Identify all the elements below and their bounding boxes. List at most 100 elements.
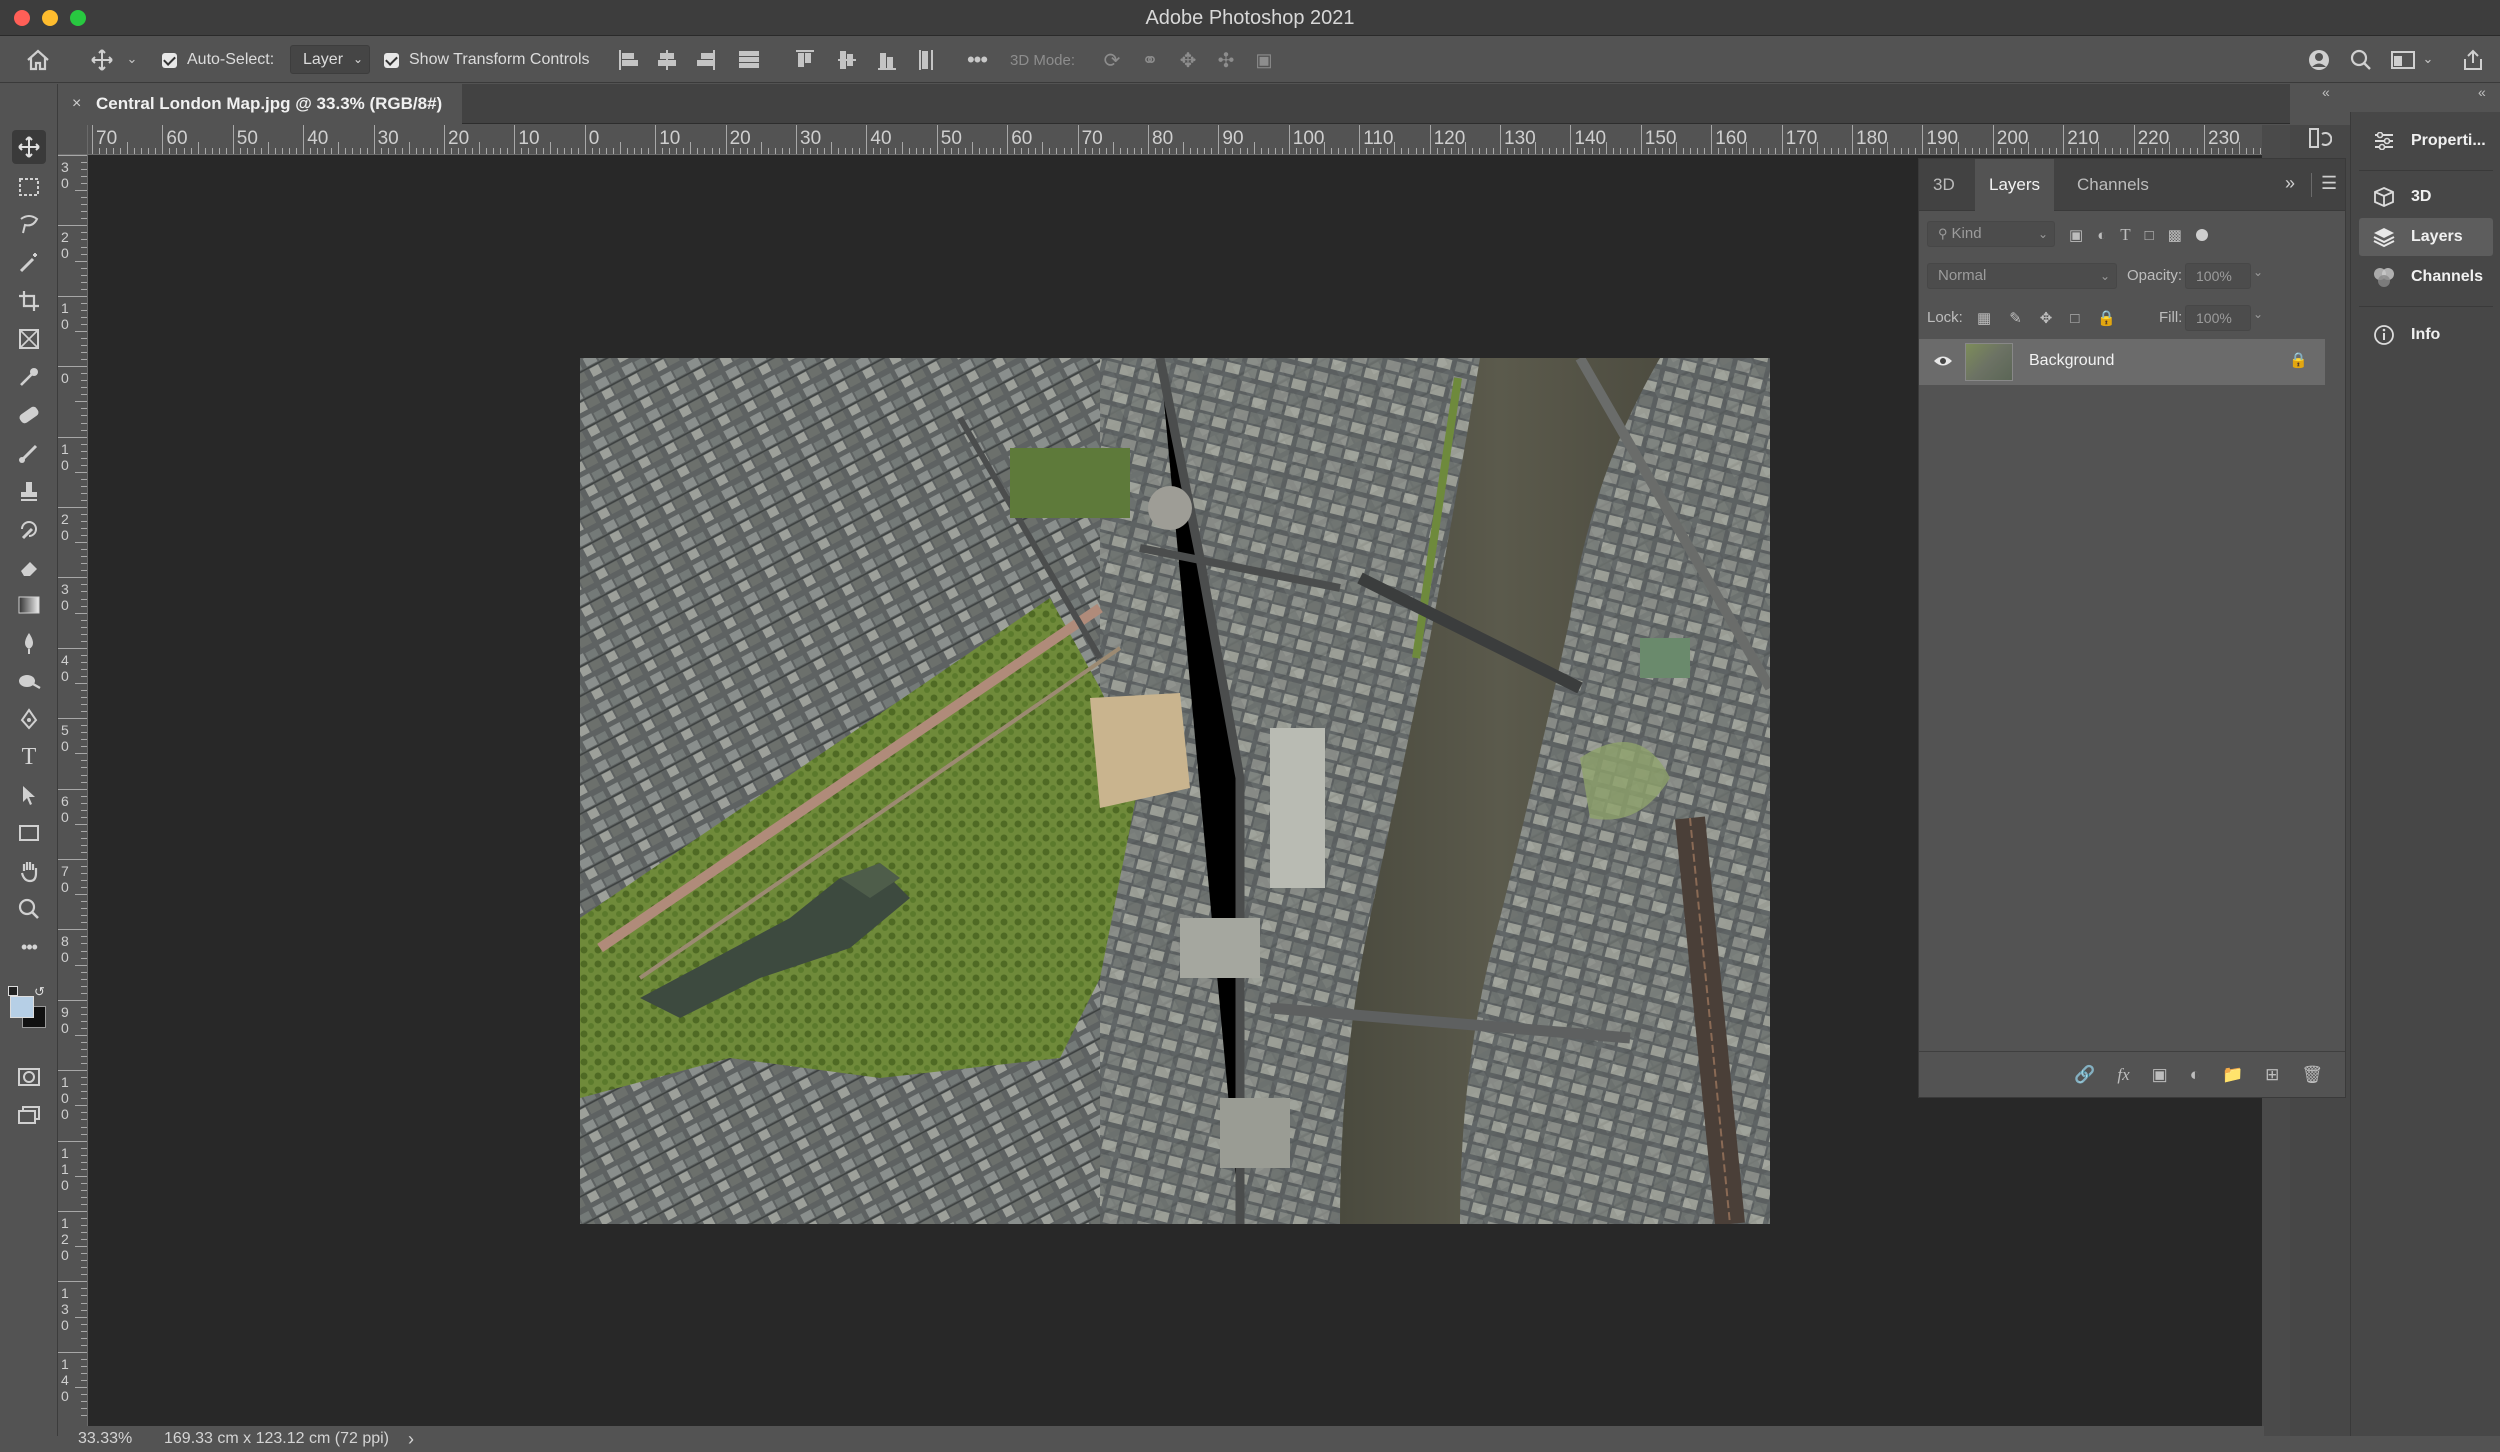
ruler-major-tick (444, 125, 445, 154)
zoom-level[interactable]: 33.33% (78, 1426, 132, 1452)
more-options-icon[interactable]: ••• (962, 46, 992, 74)
default-colors-icon[interactable] (8, 986, 18, 996)
horizontal-ruler[interactable]: 70 60 50 40 30 20 10 0 10 20 30 40 50 60 70 80 90 100 110 1… (88, 125, 2290, 155)
magic-wand-tool-icon[interactable] (12, 246, 46, 280)
add-mask-icon[interactable]: ▣ (2152, 1065, 2168, 1085)
fill-chevron-icon[interactable]: ⌄ (2253, 307, 2263, 321)
document-size-info[interactable]: 169.33 cm x 123.12 cm (72 ppi) (164, 1426, 389, 1452)
filter-pixel-icon[interactable]: ▣ (2069, 226, 2083, 244)
camera-3d-icon[interactable]: ▣ (1250, 46, 1278, 74)
ruler-origin[interactable] (58, 125, 88, 155)
fill-field[interactable]: 100% (2185, 305, 2251, 331)
history-panel-icon[interactable] (2294, 112, 2346, 164)
layer-name[interactable]: Background (2029, 352, 2114, 370)
new-adjustment-layer-icon[interactable]: ◐ (2190, 1065, 2200, 1085)
home-icon[interactable] (22, 44, 54, 76)
blend-mode-dropdown[interactable]: Normal ⌄ (1927, 263, 2117, 289)
search-icon[interactable] (2346, 45, 2376, 75)
delete-layer-icon[interactable]: 🗑 (2301, 1065, 2323, 1085)
swap-colors-icon[interactable]: ↺ (34, 984, 45, 1000)
lock-artboard-icon[interactable]: □ (2070, 310, 2079, 327)
dock-channels[interactable]: Channels (2359, 258, 2493, 296)
dock-3d[interactable]: 3D (2359, 178, 2493, 216)
ruler-label: 220 (2137, 128, 2170, 149)
crop-tool-icon[interactable] (12, 284, 46, 318)
layer-row-background[interactable]: Background 🔒 (1919, 339, 2325, 385)
layer-visibility-eye-icon[interactable] (1931, 349, 1955, 373)
show-transform-controls-checkbox[interactable]: Show Transform Controls (384, 37, 590, 83)
collapse-dock-icon[interactable]: « (2478, 84, 2486, 100)
layer-style-fx-icon[interactable]: fx (2117, 1065, 2129, 1085)
blur-tool-icon[interactable] (12, 626, 46, 660)
workspace-chevron-icon[interactable]: ⌄ (2420, 51, 2436, 67)
hand-tool-icon[interactable] (12, 854, 46, 888)
move-tool-icon[interactable] (12, 130, 46, 164)
lock-pixels-icon[interactable]: ✎ (2009, 309, 2022, 327)
filter-adjustment-icon[interactable]: ◐ (2097, 227, 2106, 244)
dock-layers[interactable]: Layers (2359, 218, 2493, 256)
close-tab-icon[interactable]: × (72, 84, 81, 124)
opacity-field[interactable]: 100% (2185, 263, 2251, 289)
panel-collapse-icon[interactable]: » (2285, 173, 2295, 194)
pan-3d-icon[interactable]: ✥ (1174, 46, 1202, 74)
share-user-icon[interactable] (2304, 45, 2334, 75)
filter-shape-icon[interactable]: □ (2145, 227, 2154, 244)
healing-brush-tool-icon[interactable] (12, 398, 46, 432)
orbit-3d-icon[interactable]: ⟳ (1098, 46, 1126, 74)
dodge-tool-icon[interactable] (12, 664, 46, 698)
link-layers-icon[interactable]: 🔗 (2074, 1065, 2095, 1085)
tab-layers[interactable]: Layers (1975, 159, 2055, 211)
tab-3d[interactable]: 3D (1919, 159, 1969, 211)
eraser-tool-icon[interactable] (12, 550, 46, 584)
eyedropper-tool-icon[interactable] (12, 360, 46, 394)
ruler-minor-tick (81, 239, 87, 241)
dock-info[interactable]: Info (2359, 316, 2493, 354)
document-tab[interactable]: × Central London Map.jpg @ 33.3% (RGB/8#… (62, 84, 463, 124)
lock-transparent-icon[interactable]: ▦ (1977, 309, 1991, 327)
lasso-tool-icon[interactable] (12, 208, 46, 242)
marquee-tool-icon[interactable] (12, 170, 46, 204)
move-tool-preset-icon[interactable] (88, 46, 116, 74)
clone-stamp-tool-icon[interactable] (12, 474, 46, 508)
path-selection-tool-icon[interactable] (12, 778, 46, 812)
type-tool-icon[interactable]: T (12, 740, 46, 774)
dock-properties[interactable]: Properti... (2359, 122, 2493, 160)
ruler-minor-tick (1929, 148, 1931, 154)
share-export-icon[interactable] (2458, 45, 2488, 75)
roll-3d-icon[interactable]: ⚭ (1136, 46, 1164, 74)
frame-tool-icon[interactable] (12, 322, 46, 356)
pen-tool-icon[interactable] (12, 702, 46, 736)
color-swatches[interactable]: ↺ (8, 984, 52, 1030)
history-brush-tool-icon[interactable] (12, 512, 46, 546)
lock-position-icon[interactable]: ✥ (2040, 309, 2053, 327)
auto-select-checkbox[interactable]: Auto-Select: (162, 37, 274, 83)
gradient-tool-icon[interactable] (12, 588, 46, 622)
auto-select-dropdown[interactable]: Layer ⌄ (290, 45, 370, 74)
opacity-chevron-icon[interactable]: ⌄ (2253, 265, 2263, 279)
layer-filter-kind[interactable]: ⚲ Kind ⌄ (1927, 221, 2055, 247)
foreground-color-swatch[interactable] (10, 996, 34, 1018)
ruler-minor-tick (81, 1056, 87, 1058)
quick-mask-icon[interactable] (12, 1060, 46, 1094)
filter-smart-object-icon[interactable]: ▩ (2168, 226, 2182, 244)
ruler-label: 0 (588, 128, 600, 149)
new-layer-icon[interactable]: ⊞ (2265, 1065, 2279, 1085)
filter-toggle-icon[interactable] (2195, 229, 2208, 241)
tab-channels[interactable]: Channels (2063, 159, 2163, 211)
zoom-tool-icon[interactable] (12, 892, 46, 926)
vertical-ruler[interactable]: 30 20 10 0 10 20 30 40 50 60 70 80 90 100 110 120 130 140 (58, 155, 88, 1426)
new-group-icon[interactable]: 📁 (2222, 1065, 2243, 1085)
document-image[interactable] (580, 358, 1770, 1224)
panel-menu-icon[interactable]: ☰ (2321, 173, 2337, 194)
lock-all-icon[interactable]: 🔒 (2097, 309, 2116, 327)
slide-3d-icon[interactable]: ✣ (1212, 46, 1240, 74)
filter-type-icon[interactable]: T (2120, 225, 2130, 245)
edit-toolbar-icon[interactable]: ••• (12, 930, 46, 964)
screen-mode-icon[interactable] (12, 1098, 46, 1132)
workspace-icon[interactable] (2388, 45, 2418, 75)
collapse-panels-icon[interactable]: « (2322, 84, 2330, 100)
rectangle-tool-icon[interactable] (12, 816, 46, 850)
chevron-down-icon[interactable]: ⌄ (124, 51, 140, 67)
brush-tool-icon[interactable] (12, 436, 46, 470)
status-menu-chevron-icon[interactable]: › (408, 1426, 414, 1452)
